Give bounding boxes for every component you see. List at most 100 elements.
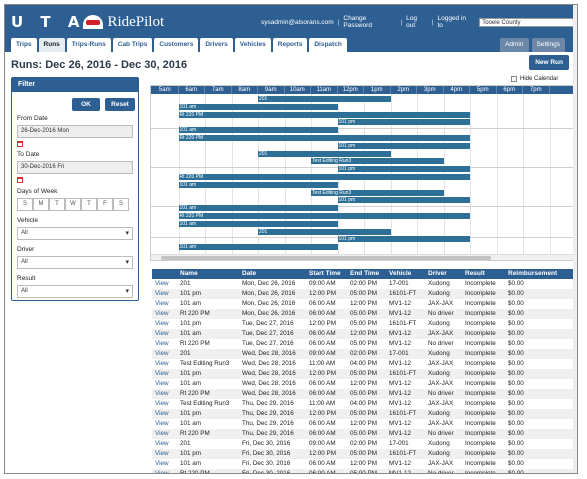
run-bar[interactable]: 101 pm (337, 236, 470, 243)
column-header[interactable]: Vehicle (389, 269, 411, 279)
table-cell: Incomplete (465, 300, 496, 307)
vehicle-select[interactable]: All (17, 227, 133, 240)
run-bar[interactable]: 101 pm (337, 142, 470, 149)
page-vertical-scrollbar[interactable] (573, 5, 577, 473)
run-bar[interactable]: Test Editing Run3 (311, 158, 444, 165)
table-cell: 101 am (180, 460, 202, 467)
new-run-button[interactable]: New Run (529, 55, 569, 70)
view-link[interactable]: View (155, 299, 169, 309)
column-header[interactable]: Driver (428, 269, 447, 279)
tab-vehicles[interactable]: Vehicles (234, 38, 271, 52)
tab-trips[interactable]: Trips (11, 38, 37, 52)
logout-link[interactable]: Log out (402, 15, 432, 29)
view-link[interactable]: View (155, 439, 169, 449)
to-date-input[interactable]: 30-Dec-2016 Fri (17, 161, 133, 174)
run-bar[interactable]: Rt 220 PM (178, 174, 470, 180)
view-link[interactable]: View (155, 329, 169, 339)
run-bar[interactable]: Rt 220 PM (178, 213, 470, 219)
reset-button[interactable]: Reset (105, 98, 135, 111)
day-toggle[interactable]: S (113, 198, 129, 211)
tab-customers[interactable]: Customers (154, 38, 199, 52)
run-bar[interactable]: 201 (258, 228, 391, 235)
day-toggle[interactable]: W (65, 198, 81, 211)
admin-tabs: Admin Settings (497, 38, 565, 52)
tab-settings[interactable]: Settings (531, 38, 565, 52)
hide-calendar-checkbox[interactable] (511, 76, 517, 82)
run-bar[interactable]: 101 am (178, 103, 338, 110)
logo-uta-text: U T A (11, 13, 86, 31)
run-bar[interactable]: 101 pm (337, 119, 470, 126)
view-link[interactable]: View (155, 429, 169, 439)
run-bar[interactable]: Rt 220 PM (178, 111, 470, 118)
table-row: View 201 Fri, Dec 30, 2016 09:00 AM 02:00 PM… (152, 439, 577, 449)
run-bar[interactable]: 101 am (178, 181, 338, 188)
view-link[interactable]: View (155, 279, 169, 289)
result-select[interactable]: All (17, 285, 133, 298)
hour-label: 2pm (391, 86, 417, 94)
change-password-link[interactable]: Change Password (339, 15, 400, 29)
view-link[interactable]: View (155, 469, 169, 473)
view-link[interactable]: View (155, 359, 169, 369)
run-bar[interactable]: 201 (258, 150, 391, 157)
tab-reports[interactable]: Reports (272, 38, 308, 52)
day-toggle[interactable]: S (17, 198, 33, 211)
table-cell: Incomplete (465, 310, 496, 317)
run-bar[interactable]: Rt 220 PM (178, 135, 470, 141)
table-cell: 201 (180, 440, 191, 447)
run-bar[interactable]: Test Editing Run3 (311, 189, 444, 196)
column-header[interactable]: End Time (350, 269, 379, 279)
table-cell: $0.00 (508, 340, 524, 347)
uta-ridepilot-logo[interactable]: U T A RidePilot (11, 12, 164, 32)
view-link[interactable]: View (155, 449, 169, 459)
column-header[interactable]: Start Time (309, 269, 341, 279)
column-header[interactable]: Reimbursement (508, 269, 557, 279)
tab-trips-runs[interactable]: Trips-Runs (66, 38, 111, 52)
day-toggle[interactable]: F (97, 198, 113, 211)
main-nav-tabs: Trips Runs Trips-Runs Cab Trips Customers Dri… (11, 38, 349, 52)
county-select[interactable]: Tooele County (479, 17, 577, 27)
from-date-input[interactable]: 26-Dec-2016 Mon (17, 125, 133, 138)
tab-runs[interactable]: Runs (38, 38, 65, 52)
hide-calendar-toggle[interactable]: Hide Calendar (511, 76, 558, 82)
from-calendar-icon[interactable] (17, 141, 23, 147)
view-link[interactable]: View (155, 319, 169, 329)
column-header[interactable]: Name (180, 269, 198, 279)
view-link[interactable]: View (155, 289, 169, 299)
view-link[interactable]: View (155, 419, 169, 429)
column-header[interactable]: Result (465, 269, 485, 279)
run-bar[interactable]: 101 pm (337, 166, 470, 173)
view-link[interactable]: View (155, 459, 169, 469)
scrollbar-thumb[interactable] (161, 256, 491, 260)
run-bar[interactable]: 101 am (178, 127, 338, 134)
view-link[interactable]: View (155, 379, 169, 389)
hour-gridline (549, 94, 551, 254)
view-link[interactable]: View (155, 309, 169, 319)
column-header[interactable]: Date (242, 269, 256, 279)
run-bar[interactable]: 101 am (178, 205, 338, 212)
run-bar[interactable]: 101 am (178, 220, 338, 227)
day-toggle[interactable]: T (49, 198, 65, 211)
to-calendar-icon[interactable] (17, 177, 23, 183)
table-cell: Incomplete (465, 460, 496, 467)
calendar-horizontal-scrollbar[interactable] (151, 254, 575, 260)
from-date-label: From Date (17, 115, 48, 122)
run-bar[interactable]: 201 (258, 96, 391, 102)
day-toggle[interactable]: T (81, 198, 97, 211)
run-bar[interactable]: 101 am (178, 244, 338, 251)
top-header: U T A RidePilot sysadmin@alsorans.com | … (5, 5, 577, 52)
view-link[interactable]: View (155, 339, 169, 349)
tab-cab-trips[interactable]: Cab Trips (112, 38, 153, 52)
view-link[interactable]: View (155, 399, 169, 409)
run-bar[interactable]: 101 pm (337, 197, 470, 204)
tab-admin[interactable]: Admin (500, 38, 529, 52)
view-link[interactable]: View (155, 389, 169, 399)
view-link[interactable]: View (155, 349, 169, 359)
tab-dispatch[interactable]: Dispatch (309, 38, 347, 52)
view-link[interactable]: View (155, 369, 169, 379)
tab-drivers[interactable]: Drivers (200, 38, 233, 52)
view-link[interactable]: View (155, 409, 169, 419)
table-cell: Incomplete (465, 330, 496, 337)
ok-button[interactable]: OK (72, 98, 100, 111)
driver-select[interactable]: All (17, 256, 133, 269)
day-toggle[interactable]: M (33, 198, 49, 211)
